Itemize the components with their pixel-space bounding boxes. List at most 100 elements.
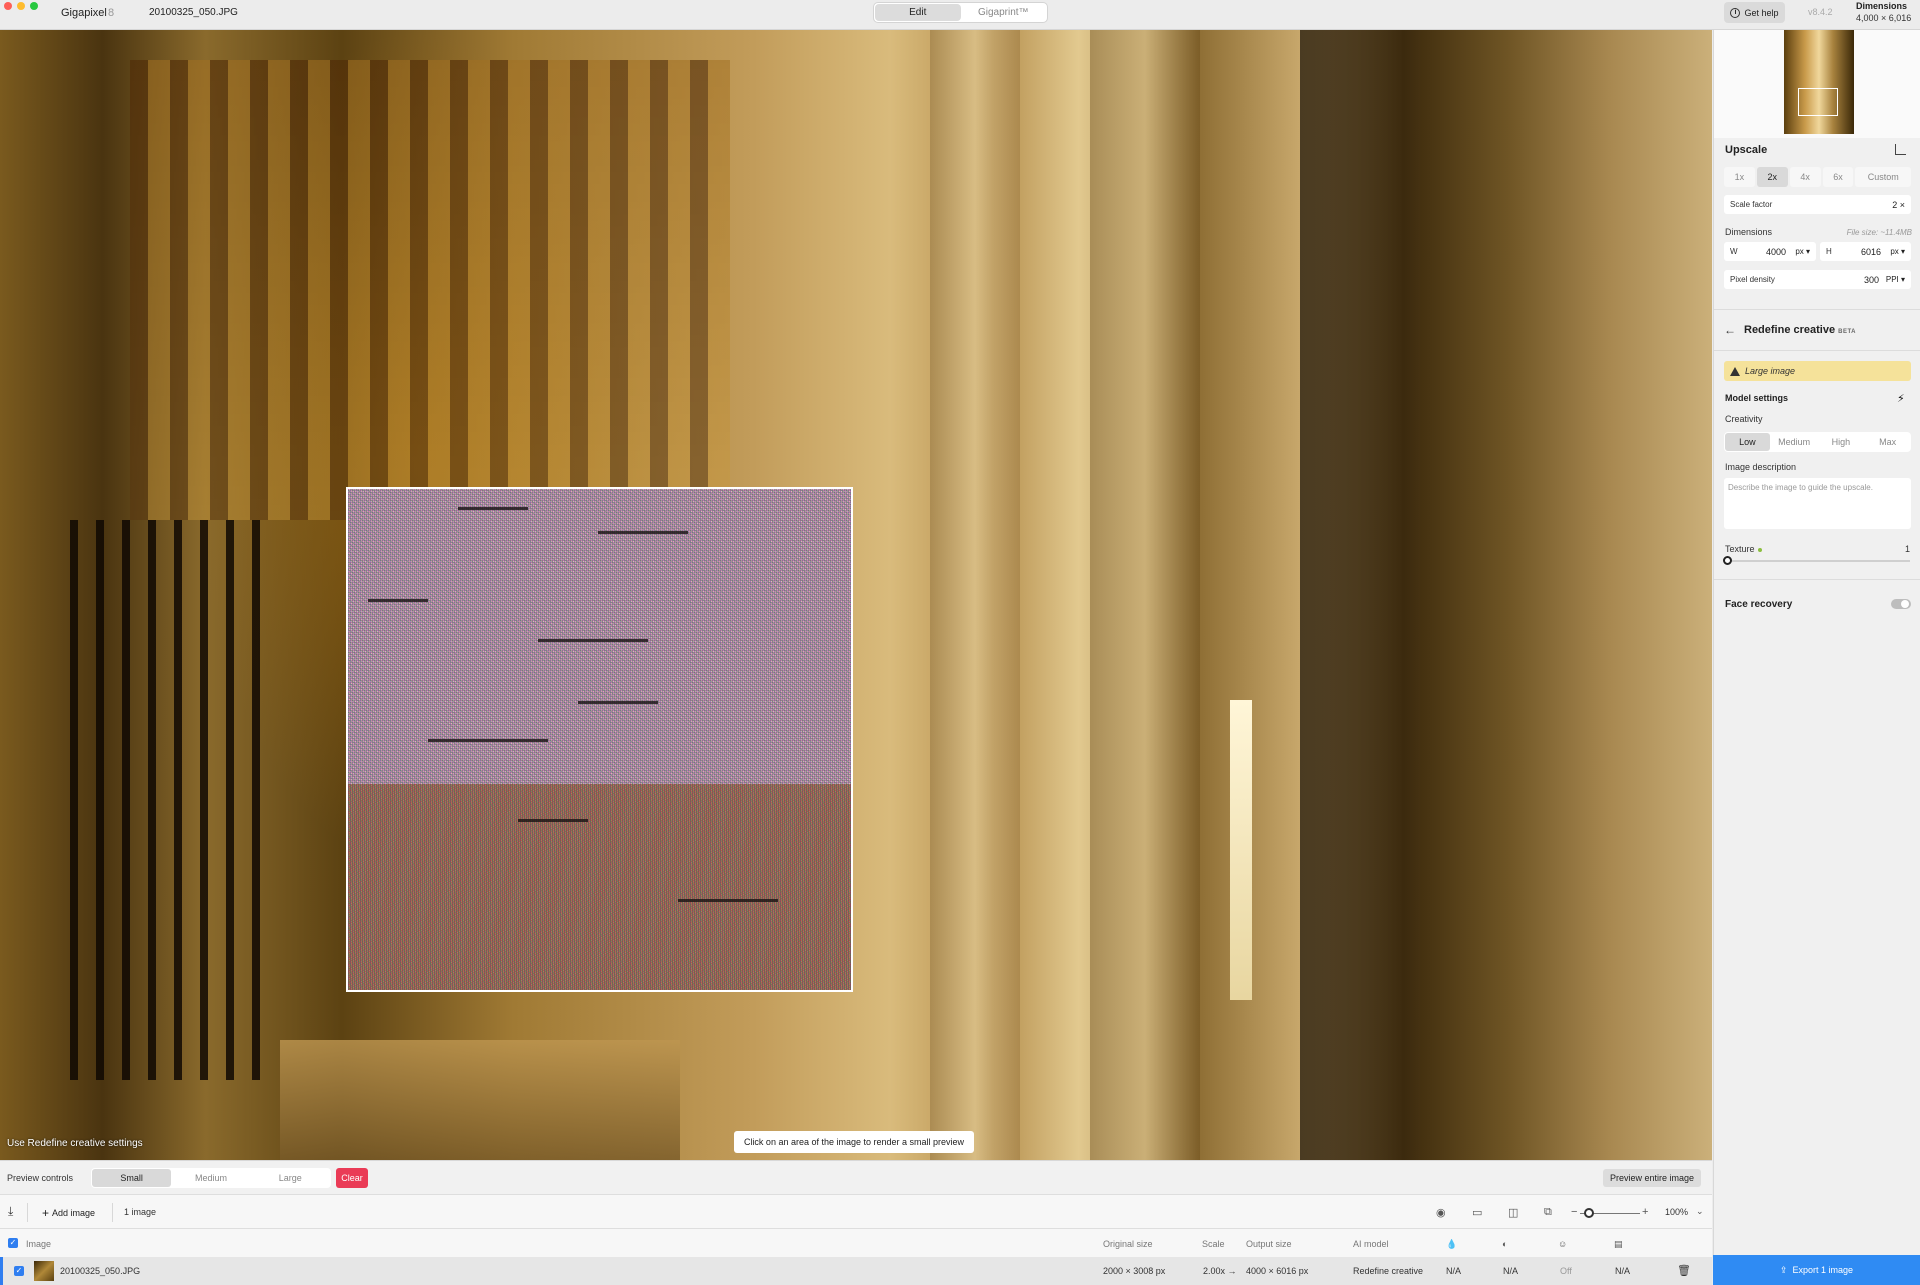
noise-streak xyxy=(678,899,778,902)
pixel-density-label: Pixel density xyxy=(1730,275,1775,284)
texture-label-text: Texture xyxy=(1725,544,1755,554)
width-label: W xyxy=(1730,247,1738,256)
face-recovery-toggle[interactable] xyxy=(1891,599,1911,609)
table-row[interactable]: ✓ 20100325_050.JPG 2000 × 3008 px 2.00x … xyxy=(0,1257,1712,1285)
image-description-label: Image description xyxy=(1725,462,1797,472)
file-size: File size: ~11.4MB xyxy=(1846,228,1912,237)
zoom-out-icon[interactable]: − xyxy=(1571,1206,1577,1218)
height-unit[interactable]: px ▾ xyxy=(1890,247,1905,256)
scale-1x[interactable]: 1x xyxy=(1724,167,1755,187)
creativity-low[interactable]: Low xyxy=(1725,433,1770,451)
header-output-size[interactable]: Output size xyxy=(1246,1239,1292,1249)
preview-controls-label: Preview controls xyxy=(7,1173,74,1183)
creativity-high[interactable]: High xyxy=(1819,433,1864,451)
add-image-button[interactable]: + Add image xyxy=(42,1206,95,1220)
minimize-window-button[interactable] xyxy=(17,2,25,10)
side-by-side-icon[interactable]: ⧉ xyxy=(1544,1206,1552,1219)
split-view-icon[interactable]: ◫ xyxy=(1508,1206,1518,1219)
preview-medium[interactable]: Medium xyxy=(171,1169,250,1187)
window-light xyxy=(1230,700,1252,1000)
large-image-warning: Large image xyxy=(1724,361,1911,381)
navigator-thumbnail[interactable] xyxy=(1784,30,1854,134)
trash-icon[interactable]: 🗑 xyxy=(1677,1264,1691,1277)
color-adjust-icon: ▤ xyxy=(1614,1239,1623,1249)
denoise-icon: 💧 xyxy=(1446,1239,1458,1249)
zoom-slider-handle[interactable] xyxy=(1584,1208,1594,1218)
preview-render-area[interactable] xyxy=(346,487,853,992)
texture-slider[interactable] xyxy=(1726,560,1910,562)
tab-edit[interactable]: Edit xyxy=(875,4,961,21)
image-description-input[interactable]: Describe the image to guide the upscale. xyxy=(1724,478,1911,529)
header-image[interactable]: Image xyxy=(26,1239,51,1249)
chevron-down-icon[interactable]: ⌄ xyxy=(1696,1206,1704,1217)
lower-altar xyxy=(280,1040,680,1160)
navigator xyxy=(1714,30,1920,138)
tab-gigaprint[interactable]: Gigaprint™ xyxy=(961,4,1047,21)
scale-4x[interactable]: 4x xyxy=(1789,167,1821,187)
zoom-in-icon[interactable]: + xyxy=(1642,1206,1648,1218)
get-help-button[interactable]: i Get help xyxy=(1724,2,1785,23)
export-label: Export 1 image xyxy=(1792,1265,1854,1275)
crop-icon[interactable] xyxy=(1895,144,1906,155)
row-checkbox[interactable]: ✓ xyxy=(14,1266,24,1276)
info-icon: i xyxy=(1730,7,1741,18)
preview-controls-bar: Preview controls Small Medium Large Clea… xyxy=(0,1160,1712,1194)
height-value: 6016 xyxy=(1860,247,1881,257)
select-all-checkbox[interactable]: ✓ xyxy=(8,1238,18,1248)
back-arrow-icon[interactable]: ← xyxy=(1724,323,1736,337)
preview-size-options: Small Medium Large xyxy=(91,1168,331,1188)
mode-switch: Edit Gigaprint™ xyxy=(873,2,1048,23)
plus-icon: + xyxy=(42,1206,50,1220)
clear-button[interactable]: Clear xyxy=(336,1168,368,1188)
pixel-density-field[interactable]: Pixel density 300 PPI ▾ xyxy=(1724,270,1911,289)
pixel-density-unit[interactable]: PPI ▾ xyxy=(1886,275,1905,284)
preview-large[interactable]: Large xyxy=(251,1169,330,1187)
scale-factor-field[interactable]: Scale factor 2 × xyxy=(1724,195,1911,214)
image-canvas[interactable]: Use Redefine creative settings Click on … xyxy=(0,30,1712,1160)
width-value: 4000 xyxy=(1765,247,1786,257)
scale-2x[interactable]: 2x xyxy=(1756,167,1788,187)
texture-indicator-icon xyxy=(1757,547,1762,552)
row-sharpen: N/A xyxy=(1503,1266,1519,1276)
row-denoise: N/A xyxy=(1446,1266,1462,1276)
noise-streak xyxy=(538,639,648,642)
scale-6x[interactable]: 6x xyxy=(1822,167,1854,187)
iron-grille xyxy=(70,520,270,1080)
export-button[interactable]: ⇪ Export 1 image xyxy=(1713,1255,1920,1285)
row-thumbnail xyxy=(34,1261,54,1281)
preview-entire-button[interactable]: Preview entire image xyxy=(1603,1169,1701,1187)
settings-panel: Upscale 1x 2x 4x 6x Custom Scale factor … xyxy=(1713,30,1920,1255)
scale-custom[interactable]: Custom xyxy=(1855,167,1911,187)
creativity-max[interactable]: Max xyxy=(1865,433,1910,451)
upscale-title: Upscale xyxy=(1725,144,1768,156)
close-window-button[interactable] xyxy=(4,2,12,10)
redefine-title-text: Redefine creative xyxy=(1744,324,1836,336)
sort-download-icon[interactable]: ⤓ xyxy=(8,1204,13,1219)
dimensions-value: 4,000 × 6,016 xyxy=(1856,13,1912,23)
header-original-size[interactable]: Original size xyxy=(1103,1239,1153,1249)
header-scale[interactable]: Scale xyxy=(1202,1239,1225,1249)
height-field[interactable]: H 6016 px ▾ xyxy=(1820,242,1911,261)
width-unit[interactable]: px ▾ xyxy=(1795,247,1810,256)
divider xyxy=(1714,579,1920,580)
single-view-icon[interactable]: ▭ xyxy=(1472,1206,1482,1219)
pixel-density-value: 300 xyxy=(1863,275,1879,285)
queue-toolbar: ⤓ + Add image 1 image ◉ ▭ ◫ ⧉ − + 100% ⌄ xyxy=(0,1194,1712,1229)
zoom-level[interactable]: 100% xyxy=(1665,1207,1688,1217)
navigator-viewport[interactable] xyxy=(1798,88,1838,116)
eye-icon[interactable]: ◉ xyxy=(1436,1206,1446,1219)
width-field[interactable]: W 4000 px ▾ xyxy=(1724,242,1816,261)
preview-small[interactable]: Small xyxy=(92,1169,172,1187)
zoom-window-button[interactable] xyxy=(30,2,38,10)
creativity-medium[interactable]: Medium xyxy=(1772,433,1817,451)
header-ai-model[interactable]: AI model xyxy=(1353,1239,1389,1249)
get-help-label: Get help xyxy=(1744,7,1779,18)
row-output-size: 4000 × 6016 px xyxy=(1246,1266,1309,1276)
face-icon: ☺ xyxy=(1558,1239,1568,1249)
preview-hint: Click on an area of the image to render … xyxy=(734,1131,974,1153)
bolt-icon[interactable]: ⚡ xyxy=(1897,392,1905,405)
texture-slider-handle[interactable] xyxy=(1723,556,1732,565)
dimensions-title: Dimensions xyxy=(1856,1,1908,11)
face-recovery-label: Face recovery xyxy=(1725,599,1793,610)
warning-text: Large image xyxy=(1745,366,1796,376)
